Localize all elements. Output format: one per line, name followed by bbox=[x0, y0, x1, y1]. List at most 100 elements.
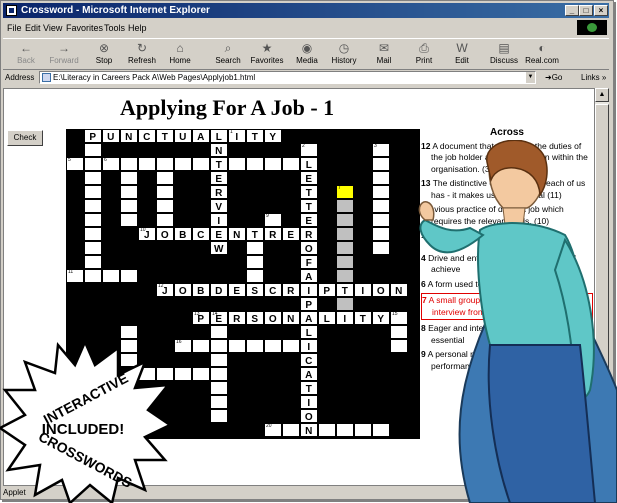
crossword-cell[interactable] bbox=[336, 297, 354, 311]
crossword-cell[interactable]: A bbox=[300, 269, 318, 283]
crossword-cell[interactable]: A bbox=[192, 129, 210, 143]
crossword-cell[interactable]: C bbox=[264, 283, 282, 297]
menu-tools[interactable]: Tools bbox=[104, 20, 125, 36]
crossword-cell[interactable] bbox=[84, 185, 102, 199]
address-dropdown-icon[interactable]: ▼ bbox=[526, 72, 535, 83]
address-input[interactable]: E:\Literacy in Careers Pack A\Web Pages\… bbox=[39, 71, 536, 84]
crossword-cell[interactable]: V bbox=[210, 199, 228, 213]
crossword-cell[interactable] bbox=[264, 157, 282, 171]
crossword-cell[interactable]: T bbox=[246, 227, 264, 241]
crossword-cell[interactable]: P bbox=[318, 283, 336, 297]
crossword-cell[interactable]: 13 P bbox=[192, 311, 210, 325]
crossword-cell[interactable] bbox=[84, 269, 102, 283]
crossword-cell[interactable]: 5 bbox=[66, 157, 84, 171]
crossword-cell[interactable]: I bbox=[300, 395, 318, 409]
crossword-cell[interactable]: I bbox=[336, 311, 354, 325]
crossword-cell[interactable]: T bbox=[300, 199, 318, 213]
menu-help[interactable]: Help bbox=[128, 20, 147, 36]
crossword-cell[interactable]: O bbox=[264, 311, 282, 325]
crossword-cell[interactable]: R bbox=[264, 227, 282, 241]
crossword-cell[interactable] bbox=[156, 199, 174, 213]
crossword-cell[interactable] bbox=[120, 269, 138, 283]
crossword-cell[interactable]: N bbox=[228, 227, 246, 241]
crossword-cell[interactable]: 11 bbox=[66, 269, 84, 283]
crossword-cell[interactable]: E bbox=[282, 227, 300, 241]
crossword-cell[interactable] bbox=[336, 255, 354, 269]
crossword-cell[interactable]: T bbox=[246, 129, 264, 143]
crossword-cell[interactable] bbox=[264, 339, 282, 353]
edit-button[interactable]: W Edit bbox=[443, 40, 481, 68]
crossword-cell[interactable]: 16 bbox=[174, 339, 192, 353]
crossword-cell[interactable] bbox=[84, 241, 102, 255]
crossword-cell[interactable]: 15 bbox=[390, 311, 408, 325]
home-button[interactable]: ⌂ Home bbox=[161, 40, 199, 68]
crossword-cell[interactable] bbox=[282, 157, 300, 171]
crossword-cell[interactable]: C bbox=[300, 353, 318, 367]
crossword-cell[interactable]: S bbox=[246, 283, 264, 297]
crossword-cell[interactable]: E bbox=[228, 283, 246, 297]
menu-file[interactable]: File bbox=[7, 20, 22, 36]
crossword-cell[interactable] bbox=[372, 423, 390, 437]
crossword-cell[interactable] bbox=[336, 199, 354, 213]
crossword-cell[interactable]: L bbox=[300, 325, 318, 339]
crossword-cell[interactable] bbox=[210, 409, 228, 423]
crossword-cell[interactable]: 14 E bbox=[210, 311, 228, 325]
crossword-cell[interactable] bbox=[120, 325, 138, 339]
crossword-cell[interactable]: I bbox=[300, 283, 318, 297]
crossword-cell[interactable] bbox=[192, 367, 210, 381]
history-button[interactable]: ◷ History bbox=[325, 40, 363, 68]
crossword-cell[interactable] bbox=[210, 339, 228, 353]
crossword-cell[interactable] bbox=[192, 157, 210, 171]
crossword-cell[interactable]: B bbox=[174, 227, 192, 241]
crossword-cell[interactable]: 2 bbox=[300, 143, 318, 157]
crossword-cell[interactable]: I bbox=[354, 283, 372, 297]
crossword-cell[interactable] bbox=[336, 423, 354, 437]
crossword-cell[interactable]: F bbox=[300, 255, 318, 269]
crossword-cell[interactable] bbox=[372, 241, 390, 255]
crossword-cell[interactable] bbox=[246, 241, 264, 255]
crossword-cell[interactable] bbox=[156, 157, 174, 171]
crossword-cell[interactable] bbox=[372, 213, 390, 227]
crossword-cell[interactable] bbox=[120, 185, 138, 199]
crossword-cell[interactable] bbox=[120, 171, 138, 185]
crossword-cell[interactable]: 9 bbox=[264, 213, 282, 227]
media-button[interactable]: ◉ Media bbox=[288, 40, 326, 68]
crossword-cell[interactable]: C bbox=[192, 227, 210, 241]
crossword-cell[interactable]: S bbox=[246, 311, 264, 325]
crossword-cell[interactable]: O bbox=[174, 283, 192, 297]
crossword-cell[interactable] bbox=[210, 395, 228, 409]
crossword-cell[interactable]: 20 bbox=[264, 423, 282, 437]
crossword-cell[interactable]: P bbox=[300, 297, 318, 311]
crossword-cell[interactable]: E bbox=[300, 171, 318, 185]
crossword-cell[interactable] bbox=[282, 423, 300, 437]
crossword-cell[interactable]: E bbox=[300, 213, 318, 227]
crossword-cell[interactable] bbox=[318, 423, 336, 437]
crossword-cell[interactable]: N bbox=[210, 143, 228, 157]
stop-button[interactable]: ⊗ Stop bbox=[85, 40, 123, 68]
crossword-cell[interactable] bbox=[138, 157, 156, 171]
crossword-cell[interactable] bbox=[228, 339, 246, 353]
crossword-cell[interactable] bbox=[372, 227, 390, 241]
crossword-cell[interactable]: T bbox=[336, 283, 354, 297]
crossword-cell[interactable] bbox=[390, 339, 408, 353]
crossword-cell[interactable] bbox=[282, 339, 300, 353]
crossword-cell[interactable] bbox=[372, 157, 390, 171]
crossword-cell[interactable] bbox=[84, 199, 102, 213]
crossword-cell[interactable]: O bbox=[300, 241, 318, 255]
crossword-cell[interactable] bbox=[84, 171, 102, 185]
crossword-cell[interactable] bbox=[246, 339, 264, 353]
crossword-cell[interactable] bbox=[336, 213, 354, 227]
realcom-button[interactable]: ◐ Real.com bbox=[523, 40, 561, 68]
search-button[interactable]: ⌕ Search bbox=[209, 40, 247, 68]
crossword-cell[interactable]: P bbox=[84, 129, 102, 143]
crossword-cell[interactable]: O bbox=[156, 227, 174, 241]
crossword-cell[interactable] bbox=[246, 157, 264, 171]
discuss-button[interactable]: ▤ Discuss bbox=[485, 40, 523, 68]
crossword-cell[interactable] bbox=[84, 227, 102, 241]
close-button[interactable]: × bbox=[594, 5, 608, 16]
crossword-cell[interactable] bbox=[372, 199, 390, 213]
crossword-cell[interactable]: 10 J bbox=[138, 227, 156, 241]
crossword-cell[interactable] bbox=[354, 423, 372, 437]
crossword-cell[interactable] bbox=[156, 185, 174, 199]
crossword-cell[interactable]: T bbox=[300, 381, 318, 395]
